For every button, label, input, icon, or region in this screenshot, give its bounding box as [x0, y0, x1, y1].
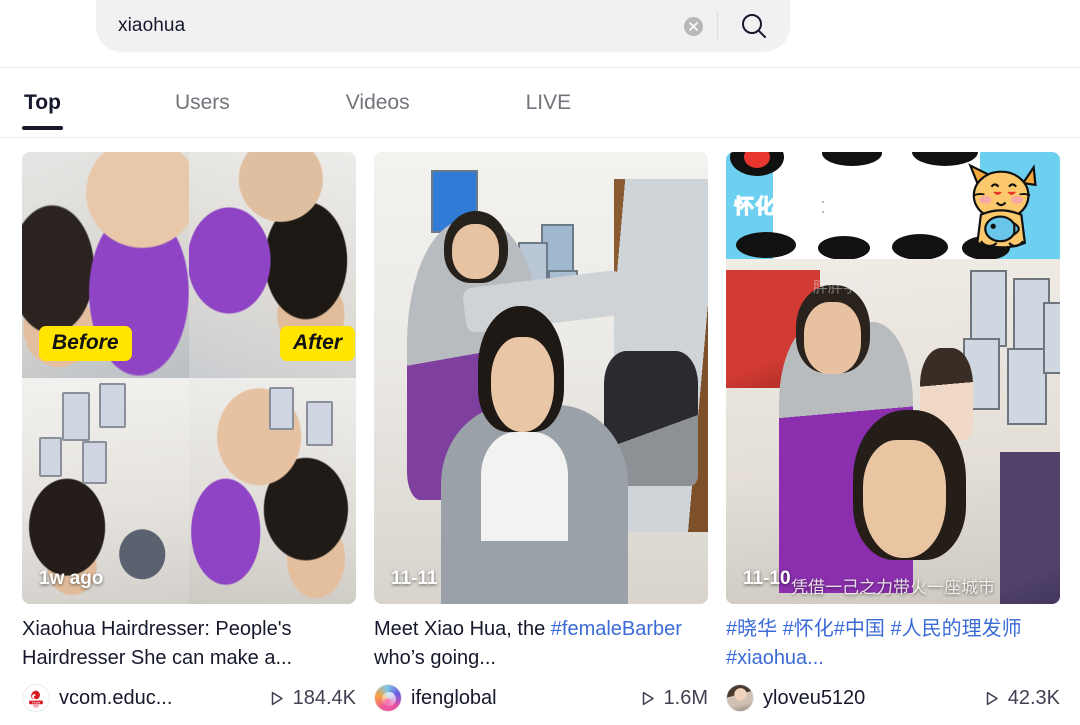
svg-text:Vcom: Vcom	[32, 701, 41, 705]
barber-face	[452, 224, 500, 279]
video-meta: ifenglobal 1.6M	[374, 682, 708, 714]
title-text-pre: Meet Xiao Hua, the	[374, 618, 551, 640]
video-title[interactable]: Meet Xiao Hua, the #femaleBarber who’s g…	[374, 615, 708, 673]
video-card[interactable]: 怀化文旅：给我干哪来了 胖胖学猫 凭借一己之力带火一座城市 11-10 #晓华 …	[726, 152, 1060, 714]
search-icon[interactable]	[718, 0, 790, 52]
play-count-value: 184.4K	[292, 686, 356, 709]
client-face	[862, 440, 947, 558]
meme-banner: 怀化文旅：给我干哪来了	[726, 152, 1060, 259]
user-photo-avatar[interactable]	[726, 684, 754, 712]
cat-mascot-icon	[958, 160, 1046, 252]
video-meta: yloveu5120 42.3K	[726, 682, 1060, 714]
hashtag-link[interactable]: #femaleBarber	[551, 618, 682, 640]
meme-banner-scene: 怀化文旅：给我干哪来了 胖胖学猫 凭借一己之力带火一座城市	[726, 152, 1060, 604]
wall-portrait	[969, 270, 1007, 347]
svg-text:唯康: 唯康	[33, 704, 39, 708]
video-author[interactable]: vcom.educ...	[59, 687, 172, 710]
video-meta: Vcom 唯康 vcom.educ... 184.4K	[22, 682, 356, 714]
video-date: 11-10	[743, 568, 791, 589]
client-face	[490, 337, 555, 433]
video-thumbnail[interactable]: 怀化文旅：给我干哪来了 胖胖学猫 凭借一己之力带火一座城市 11-10	[726, 152, 1060, 604]
meme-text: 怀化文旅：给我干哪来了	[734, 196, 965, 219]
play-count: 42.3K	[983, 687, 1060, 710]
search-tabs: Top Users Videos LIVE	[0, 68, 1080, 138]
watermark-text: 胖胖学猫	[812, 279, 873, 296]
barber-face	[804, 302, 862, 374]
tab-top[interactable]: Top	[22, 68, 63, 138]
video-card[interactable]: Before After 1w ago Xiaohua Hairdresser:…	[22, 152, 356, 714]
play-count: 1.6M	[639, 687, 708, 710]
play-count: 184.4K	[268, 687, 356, 710]
before-badge: Before	[39, 326, 132, 361]
play-icon	[639, 690, 656, 707]
wall-portrait	[1006, 348, 1047, 425]
video-date: 11-11	[391, 568, 438, 589]
play-count-value: 1.6M	[663, 686, 708, 709]
play-icon	[268, 690, 285, 707]
ifeng-logo-avatar[interactable]	[374, 684, 402, 712]
title-text-post: who’s going...	[374, 647, 496, 669]
tab-live[interactable]: LIVE	[524, 68, 574, 138]
barbershop-scene	[374, 152, 708, 604]
tab-videos[interactable]: Videos	[344, 68, 412, 138]
before-after-collage	[22, 152, 356, 604]
search-input[interactable]	[96, 15, 684, 37]
clear-search-icon[interactable]	[684, 16, 703, 36]
video-date: 1w ago	[39, 568, 104, 589]
vcom-logo-avatar[interactable]: Vcom 唯康	[22, 684, 50, 712]
video-card[interactable]: 11-11 Meet Xiao Hua, the #femaleBarber w…	[374, 152, 708, 714]
play-count-value: 42.3K	[1007, 686, 1060, 709]
play-icon	[983, 690, 1000, 707]
after-badge: After	[280, 326, 356, 361]
search-header	[0, 0, 1080, 68]
video-thumbnail[interactable]: 11-11	[374, 152, 708, 604]
client-shirt	[480, 432, 568, 541]
video-thumbnail[interactable]: Before After 1w ago	[22, 152, 356, 604]
tab-users[interactable]: Users	[173, 68, 232, 138]
video-title[interactable]: Xiaohua Hairdresser: People's Hairdresse…	[22, 615, 356, 673]
search-bar[interactable]	[96, 0, 790, 52]
video-author[interactable]: yloveu5120	[763, 687, 865, 710]
search-results-grid: Before After 1w ago Xiaohua Hairdresser:…	[0, 138, 1080, 714]
video-title[interactable]: #晓华 #怀化#中国 #人民的理发师 #xiaohua...	[726, 615, 1060, 673]
wall-portrait	[1043, 302, 1060, 375]
video-author[interactable]: ifenglobal	[411, 687, 497, 710]
collage-quadrant	[189, 378, 356, 604]
